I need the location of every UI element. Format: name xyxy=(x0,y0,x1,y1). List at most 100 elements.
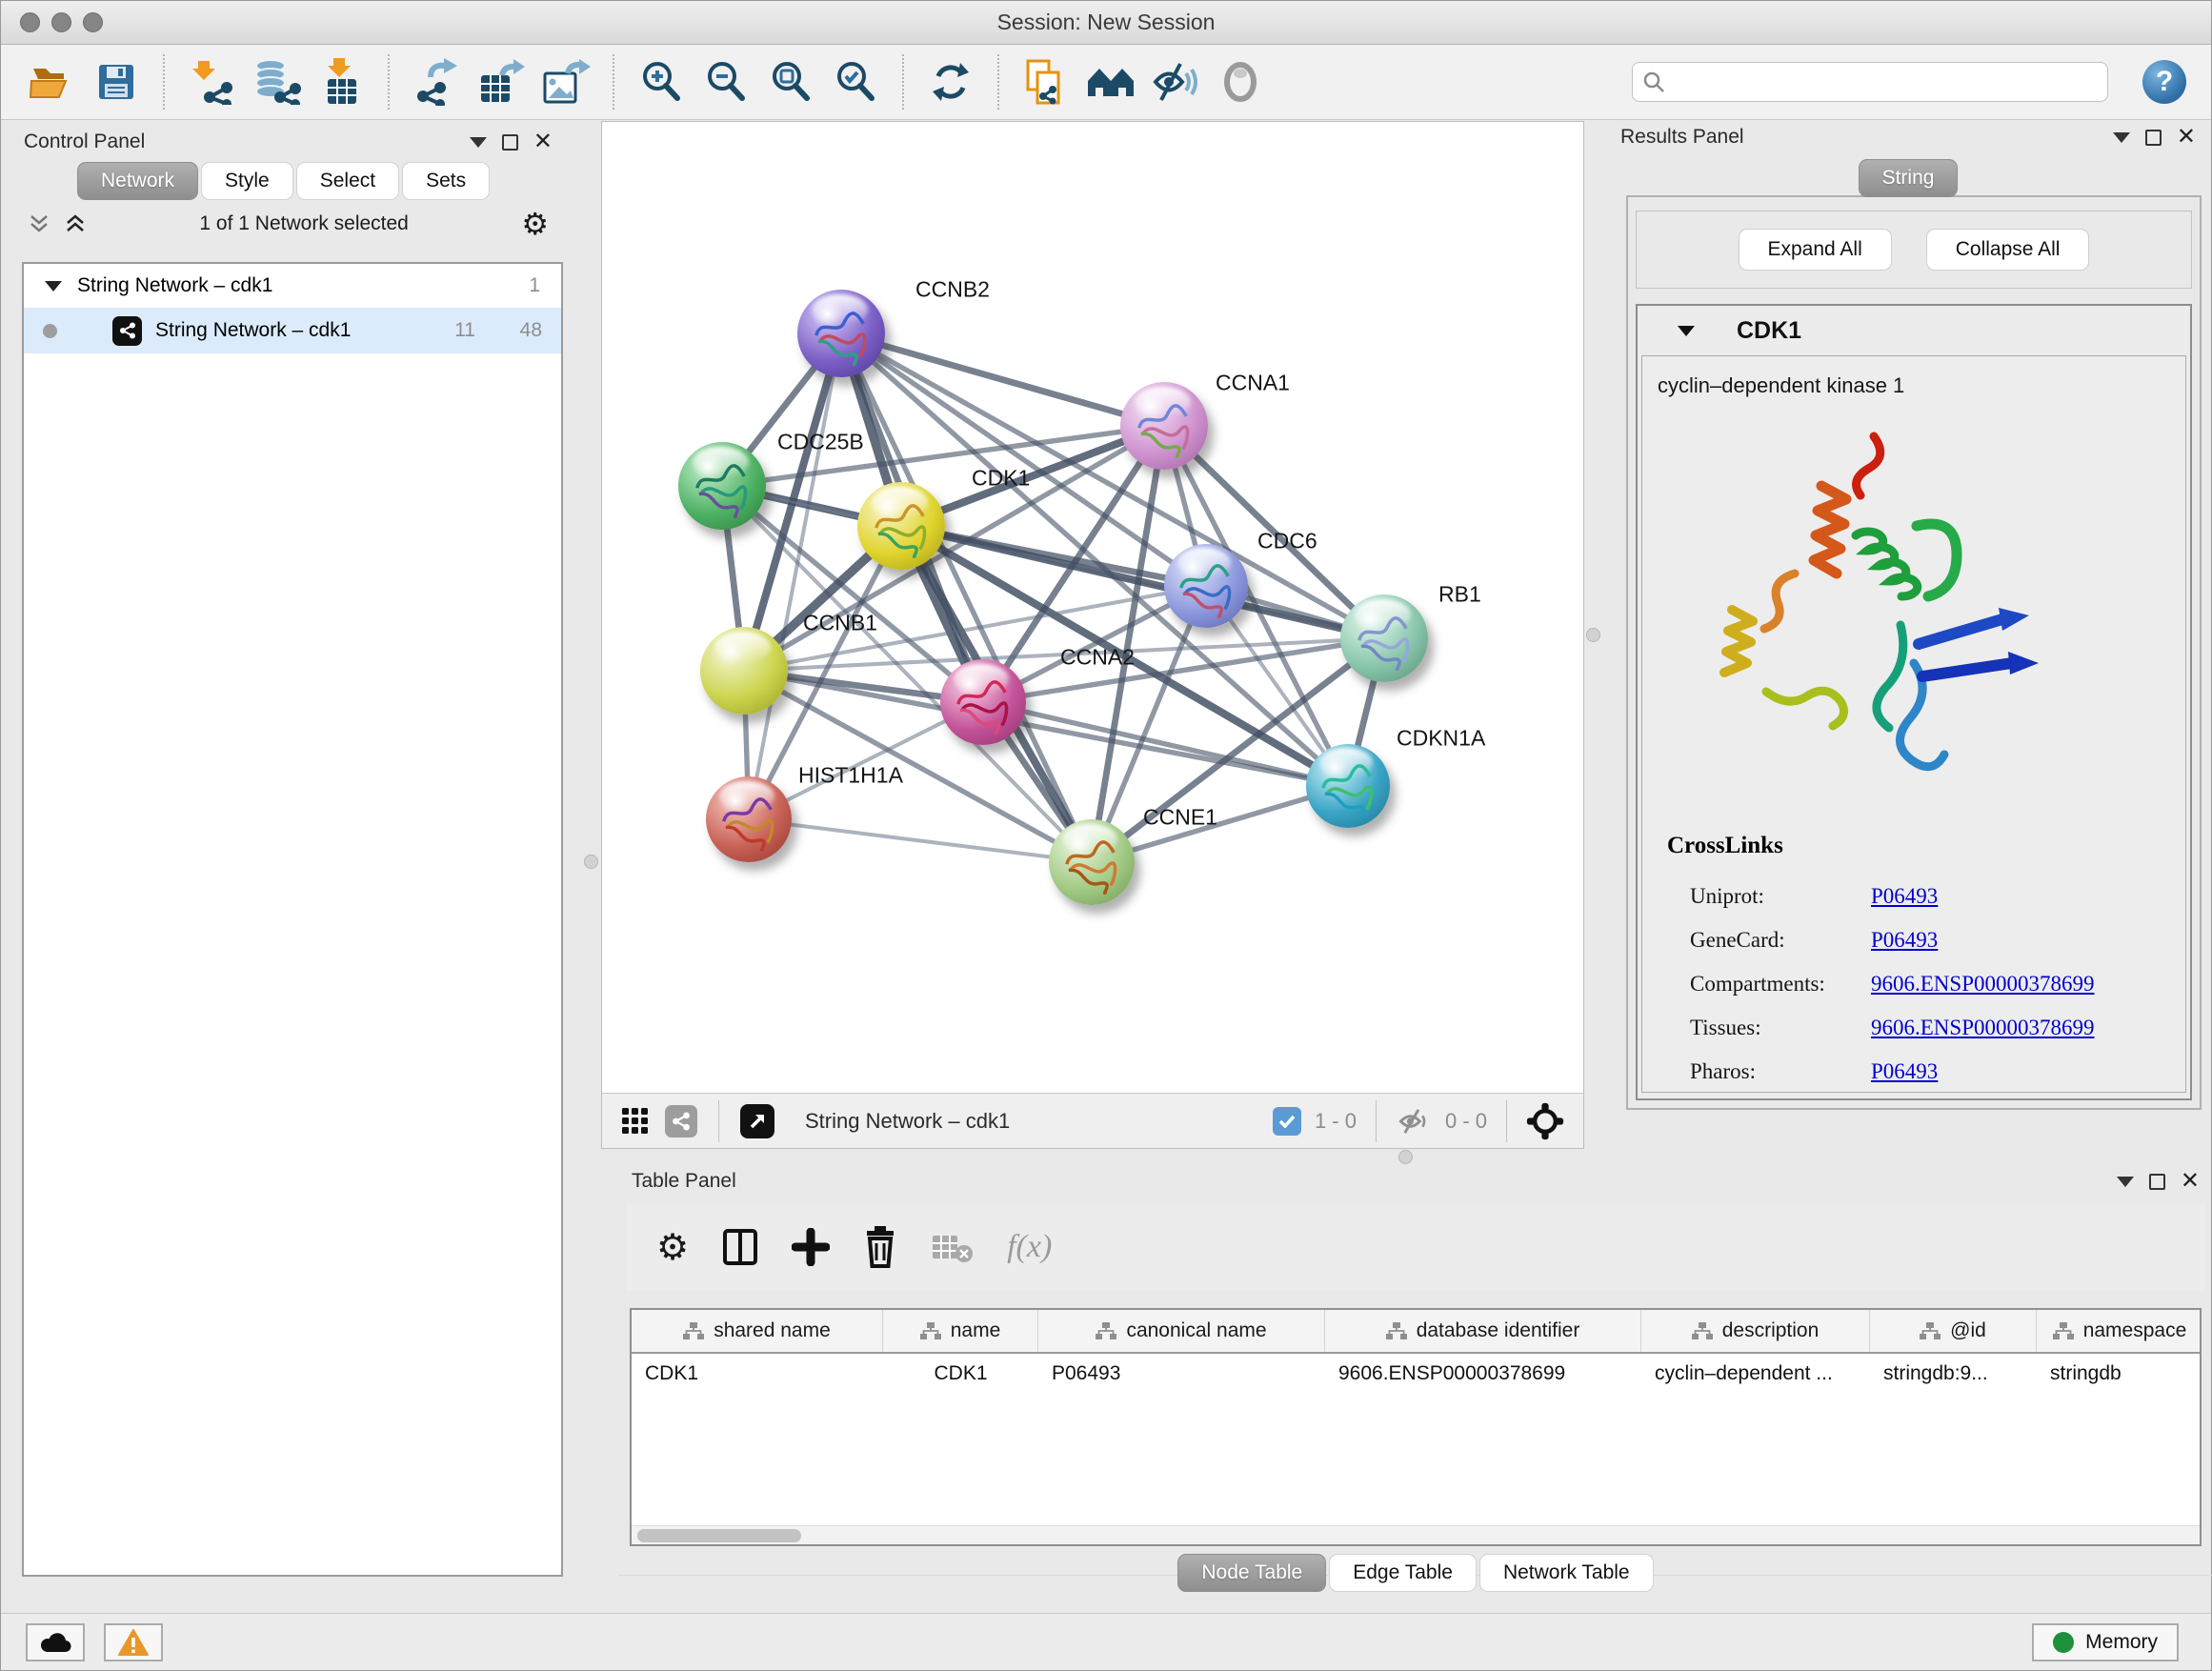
collapse-all-icon[interactable] xyxy=(28,214,50,233)
share-network-icon[interactable] xyxy=(665,1105,697,1137)
collapse-all-button[interactable]: Collapse All xyxy=(1926,229,2090,271)
left-splitter-handle[interactable] xyxy=(584,855,598,869)
network-row[interactable]: String Network – cdk1 11 48 xyxy=(24,308,561,353)
network-collection-row[interactable]: String Network – cdk1 1 xyxy=(24,264,561,308)
new-network-from-selection-button[interactable] xyxy=(1020,55,1072,109)
node-CDKN1A[interactable] xyxy=(1306,744,1390,828)
tab-sets[interactable]: Sets xyxy=(402,162,490,200)
tab-style[interactable]: Style xyxy=(201,162,293,200)
import-network-button[interactable] xyxy=(186,55,237,109)
right-splitter-handle[interactable] xyxy=(1586,628,1600,642)
open-session-button[interactable] xyxy=(26,55,77,109)
export-table-button[interactable] xyxy=(475,55,527,109)
crosslink-link[interactable]: 9606.ENSP00000378699 xyxy=(1871,972,2095,997)
protein-thumbnail xyxy=(1176,559,1237,620)
maximize-window-button[interactable] xyxy=(83,12,103,32)
add-column-icon[interactable] xyxy=(792,1228,830,1266)
hide-selected-button[interactable] xyxy=(1150,55,1201,109)
import-table-button[interactable] xyxy=(315,55,367,109)
collection-expander-icon[interactable] xyxy=(45,281,62,292)
zoom-selected-button[interactable] xyxy=(830,55,881,109)
expand-all-button[interactable]: Expand All xyxy=(1739,229,1892,271)
zoom-out-button[interactable] xyxy=(700,55,752,109)
float-panel-icon[interactable] xyxy=(2117,1177,2134,1187)
zoom-in-button[interactable] xyxy=(635,55,687,109)
float-panel-icon[interactable] xyxy=(470,137,487,148)
export-network-button[interactable] xyxy=(411,55,462,109)
column-header-database-identifier[interactable]: database identifier xyxy=(1325,1310,1641,1352)
tab-edge-table[interactable]: Edge Table xyxy=(1329,1554,1477,1592)
maximize-panel-icon[interactable] xyxy=(2149,1174,2165,1190)
scrollbar-thumb[interactable] xyxy=(637,1529,801,1542)
crosslink-link[interactable]: 9606.ENSP00000378699 xyxy=(1871,1016,2095,1040)
search-input[interactable] xyxy=(1673,71,2098,93)
tab-select[interactable]: Select xyxy=(296,162,399,200)
open-in-new-window-icon[interactable] xyxy=(740,1104,774,1138)
protein-section-header[interactable]: CDK1 xyxy=(1638,306,2190,355)
network-options-gear-icon[interactable]: ⚙ xyxy=(521,209,549,239)
crosslink-link[interactable]: P06493 xyxy=(1871,928,1938,953)
crosslinks-rows: Uniprot:P06493GeneCard:P06493Compartment… xyxy=(1690,875,2166,1093)
node-CDC25B[interactable] xyxy=(678,442,766,530)
tab-network-table[interactable]: Network Table xyxy=(1479,1554,1654,1592)
table-row[interactable]: CDK1CDK1P064939606.ENSP00000378699cyclin… xyxy=(632,1354,2200,1394)
float-panel-icon[interactable] xyxy=(2113,132,2130,143)
network-selection-summary: 1 of 1 Network selected xyxy=(100,212,508,235)
memory-button[interactable]: Memory xyxy=(2032,1623,2179,1661)
minimize-window-button[interactable] xyxy=(51,12,71,32)
help-button[interactable]: ? xyxy=(2142,60,2186,104)
column-type-icon xyxy=(1692,1322,1713,1339)
first-neighbors-button[interactable] xyxy=(1085,55,1136,109)
node-RB1[interactable] xyxy=(1340,594,1428,682)
column-header-description[interactable]: description xyxy=(1641,1310,1870,1352)
cloud-status-button[interactable] xyxy=(26,1623,85,1661)
birdseye-grid-icon[interactable] xyxy=(621,1107,650,1136)
column-header-namespace[interactable]: namespace xyxy=(2037,1310,2202,1352)
node-CDK1[interactable] xyxy=(857,482,945,570)
maximize-panel-icon[interactable] xyxy=(502,134,518,151)
warnings-button[interactable] xyxy=(104,1623,163,1661)
zoom-fit-button[interactable] xyxy=(765,55,816,109)
column-header-at-id[interactable]: @id xyxy=(1870,1310,2037,1352)
network-status-bullet xyxy=(43,324,57,338)
import-network-from-database-button[interactable] xyxy=(251,55,302,109)
node-CCNB2[interactable] xyxy=(797,290,885,377)
close-window-button[interactable] xyxy=(20,12,40,32)
close-panel-icon[interactable]: ✕ xyxy=(2181,1172,2200,1191)
crosshair-icon[interactable] xyxy=(1526,1102,1564,1140)
selected-indicator-checkbox[interactable] xyxy=(1273,1107,1301,1136)
node-CCNE1[interactable] xyxy=(1049,819,1135,905)
crosslink-link[interactable]: P06493 xyxy=(1871,1059,1938,1084)
close-panel-icon[interactable]: ✕ xyxy=(2177,128,2196,147)
network-canvas[interactable]: CCNB2CCNA1CDC25BCDK1CDC6RB1CCNB1CCNA2CDK… xyxy=(602,122,1583,1094)
crosslink-link[interactable]: P06493 xyxy=(1871,884,1938,909)
protein-structure-image xyxy=(1679,423,2060,823)
maximize-panel-icon[interactable] xyxy=(2145,130,2162,146)
node-label-CCNB1: CCNB1 xyxy=(803,611,877,636)
table-options-gear-icon[interactable]: ⚙ xyxy=(656,1232,689,1262)
column-type-icon xyxy=(1096,1322,1116,1339)
node-CCNB1[interactable] xyxy=(700,627,788,715)
show-columns-icon[interactable] xyxy=(721,1227,759,1267)
protein-thumbnail xyxy=(718,793,779,854)
node-CCNA2[interactable] xyxy=(940,659,1026,745)
save-session-button[interactable] xyxy=(90,55,142,109)
refresh-layout-button[interactable] xyxy=(925,55,976,109)
export-image-button[interactable] xyxy=(540,55,592,109)
horizontal-scrollbar[interactable] xyxy=(632,1525,2200,1544)
column-header-shared-name[interactable]: shared name xyxy=(632,1310,883,1352)
tab-node-table[interactable]: Node Table xyxy=(1177,1554,1326,1592)
results-tab-string[interactable]: String xyxy=(1859,159,1959,197)
section-expander-icon[interactable] xyxy=(1678,326,1695,336)
close-panel-icon[interactable]: ✕ xyxy=(533,132,553,151)
expand-all-icon[interactable] xyxy=(64,214,87,233)
tab-network[interactable]: Network xyxy=(77,162,198,200)
column-header-name[interactable]: name xyxy=(883,1310,1038,1352)
node-CDC6[interactable] xyxy=(1164,544,1248,628)
column-header-canonical-name[interactable]: canonical name xyxy=(1038,1310,1325,1352)
delete-column-icon[interactable] xyxy=(862,1226,898,1268)
node-CCNA1[interactable] xyxy=(1120,382,1208,470)
node-HIST1H1A[interactable] xyxy=(706,776,792,862)
show-all-button[interactable] xyxy=(1215,55,1266,109)
bottom-splitter-handle[interactable] xyxy=(1398,1150,1413,1164)
